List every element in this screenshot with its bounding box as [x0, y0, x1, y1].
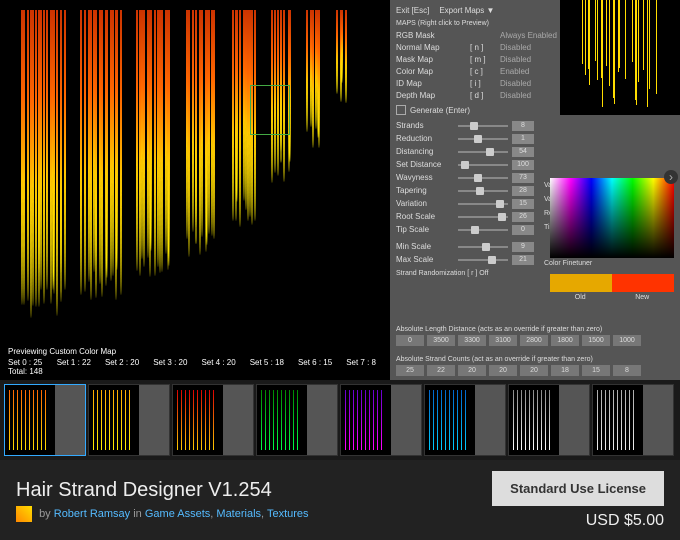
- abs-len-input[interactable]: 1800: [551, 335, 579, 346]
- category-link[interactable]: Textures: [267, 507, 309, 519]
- set-label: Set 6 : 15: [298, 358, 332, 376]
- abs-cnt-input[interactable]: 25: [396, 365, 424, 376]
- set-label: Set 1 : 22: [57, 358, 91, 376]
- color-picker[interactable]: [550, 178, 674, 258]
- category-link[interactable]: Materials: [216, 507, 261, 519]
- abs-len-input[interactable]: 3500: [427, 335, 455, 346]
- thumbnail[interactable]: [424, 384, 506, 456]
- avatar: [16, 506, 32, 522]
- expand-icon[interactable]: ›: [664, 170, 678, 184]
- set-label: Set 3 : 20: [153, 358, 187, 376]
- byline: by Robert Ramsay in Game Assets, Materia…: [16, 506, 309, 522]
- abs-cnt-input[interactable]: 22: [427, 365, 455, 376]
- slider-distancing[interactable]: Distancing54: [396, 145, 674, 158]
- exit-button[interactable]: Exit [Esc]: [396, 6, 429, 15]
- price: USD $5.00: [492, 512, 664, 530]
- generate-button[interactable]: Generate (Enter): [396, 105, 470, 115]
- abs-len-input[interactable]: 0: [396, 335, 424, 346]
- set-label: Set 7 : 8: [346, 358, 376, 376]
- thumbnail[interactable]: [340, 384, 422, 456]
- grid-icon: [396, 105, 406, 115]
- abs-len-input[interactable]: 3300: [458, 335, 486, 346]
- thumbnail-strip: [0, 380, 680, 460]
- license-button[interactable]: Standard Use License: [492, 471, 664, 506]
- panel-preview: [560, 0, 680, 115]
- abs-cnt-input[interactable]: 20: [458, 365, 486, 376]
- abs-len-input[interactable]: 2800: [520, 335, 548, 346]
- product-footer: Hair Strand Designer V1.254 by Robert Ra…: [0, 460, 680, 540]
- abs-cnt-input[interactable]: 20: [489, 365, 517, 376]
- abs-cnt-input[interactable]: 18: [551, 365, 579, 376]
- finetuner-label: Color Finetuner: [544, 260, 592, 267]
- abs-cnt-input[interactable]: 15: [582, 365, 610, 376]
- abs-cnt-label: Absolute Strand Counts (act as an overri…: [396, 356, 674, 363]
- slider-reduction[interactable]: Reduction1: [396, 132, 674, 145]
- slider-strands[interactable]: Strands8: [396, 119, 674, 132]
- new-color-swatch: [612, 274, 674, 292]
- thumbnail[interactable]: [4, 384, 86, 456]
- abs-len-input[interactable]: 1500: [582, 335, 610, 346]
- settings-panel: × Exit [Esc] Export Maps ▼ MAPS (Right c…: [390, 0, 680, 380]
- abs-len-label: Absolute Length Distance (acts as an ove…: [396, 326, 674, 333]
- set-label: Set 2 : 20: [105, 358, 139, 376]
- product-title: Hair Strand Designer V1.254: [16, 479, 309, 502]
- export-button[interactable]: Export Maps ▼: [439, 6, 494, 15]
- preview-label: Previewing Custom Color Map: [8, 347, 116, 356]
- thumbnail[interactable]: [172, 384, 254, 456]
- abs-len-input[interactable]: 3100: [489, 335, 517, 346]
- abs-len-input[interactable]: 1000: [613, 335, 641, 346]
- abs-cnt-input[interactable]: 20: [520, 365, 548, 376]
- thumbnail[interactable]: [256, 384, 338, 456]
- thumbnail[interactable]: [592, 384, 674, 456]
- author-link[interactable]: Robert Ramsay: [54, 507, 130, 519]
- abs-cnt-input[interactable]: 8: [613, 365, 641, 376]
- set-label: Set 5 : 18: [250, 358, 284, 376]
- selection-box[interactable]: [250, 85, 290, 135]
- preview-viewport[interactable]: Previewing Custom Color Map Set 0 : 25To…: [0, 0, 390, 380]
- thumbnail[interactable]: [88, 384, 170, 456]
- thumbnail[interactable]: [508, 384, 590, 456]
- slider-set-distance[interactable]: Set Distance100: [396, 158, 674, 171]
- old-color-swatch: [550, 274, 612, 292]
- set-label: Set 4 : 20: [201, 358, 235, 376]
- category-link[interactable]: Game Assets: [145, 507, 210, 519]
